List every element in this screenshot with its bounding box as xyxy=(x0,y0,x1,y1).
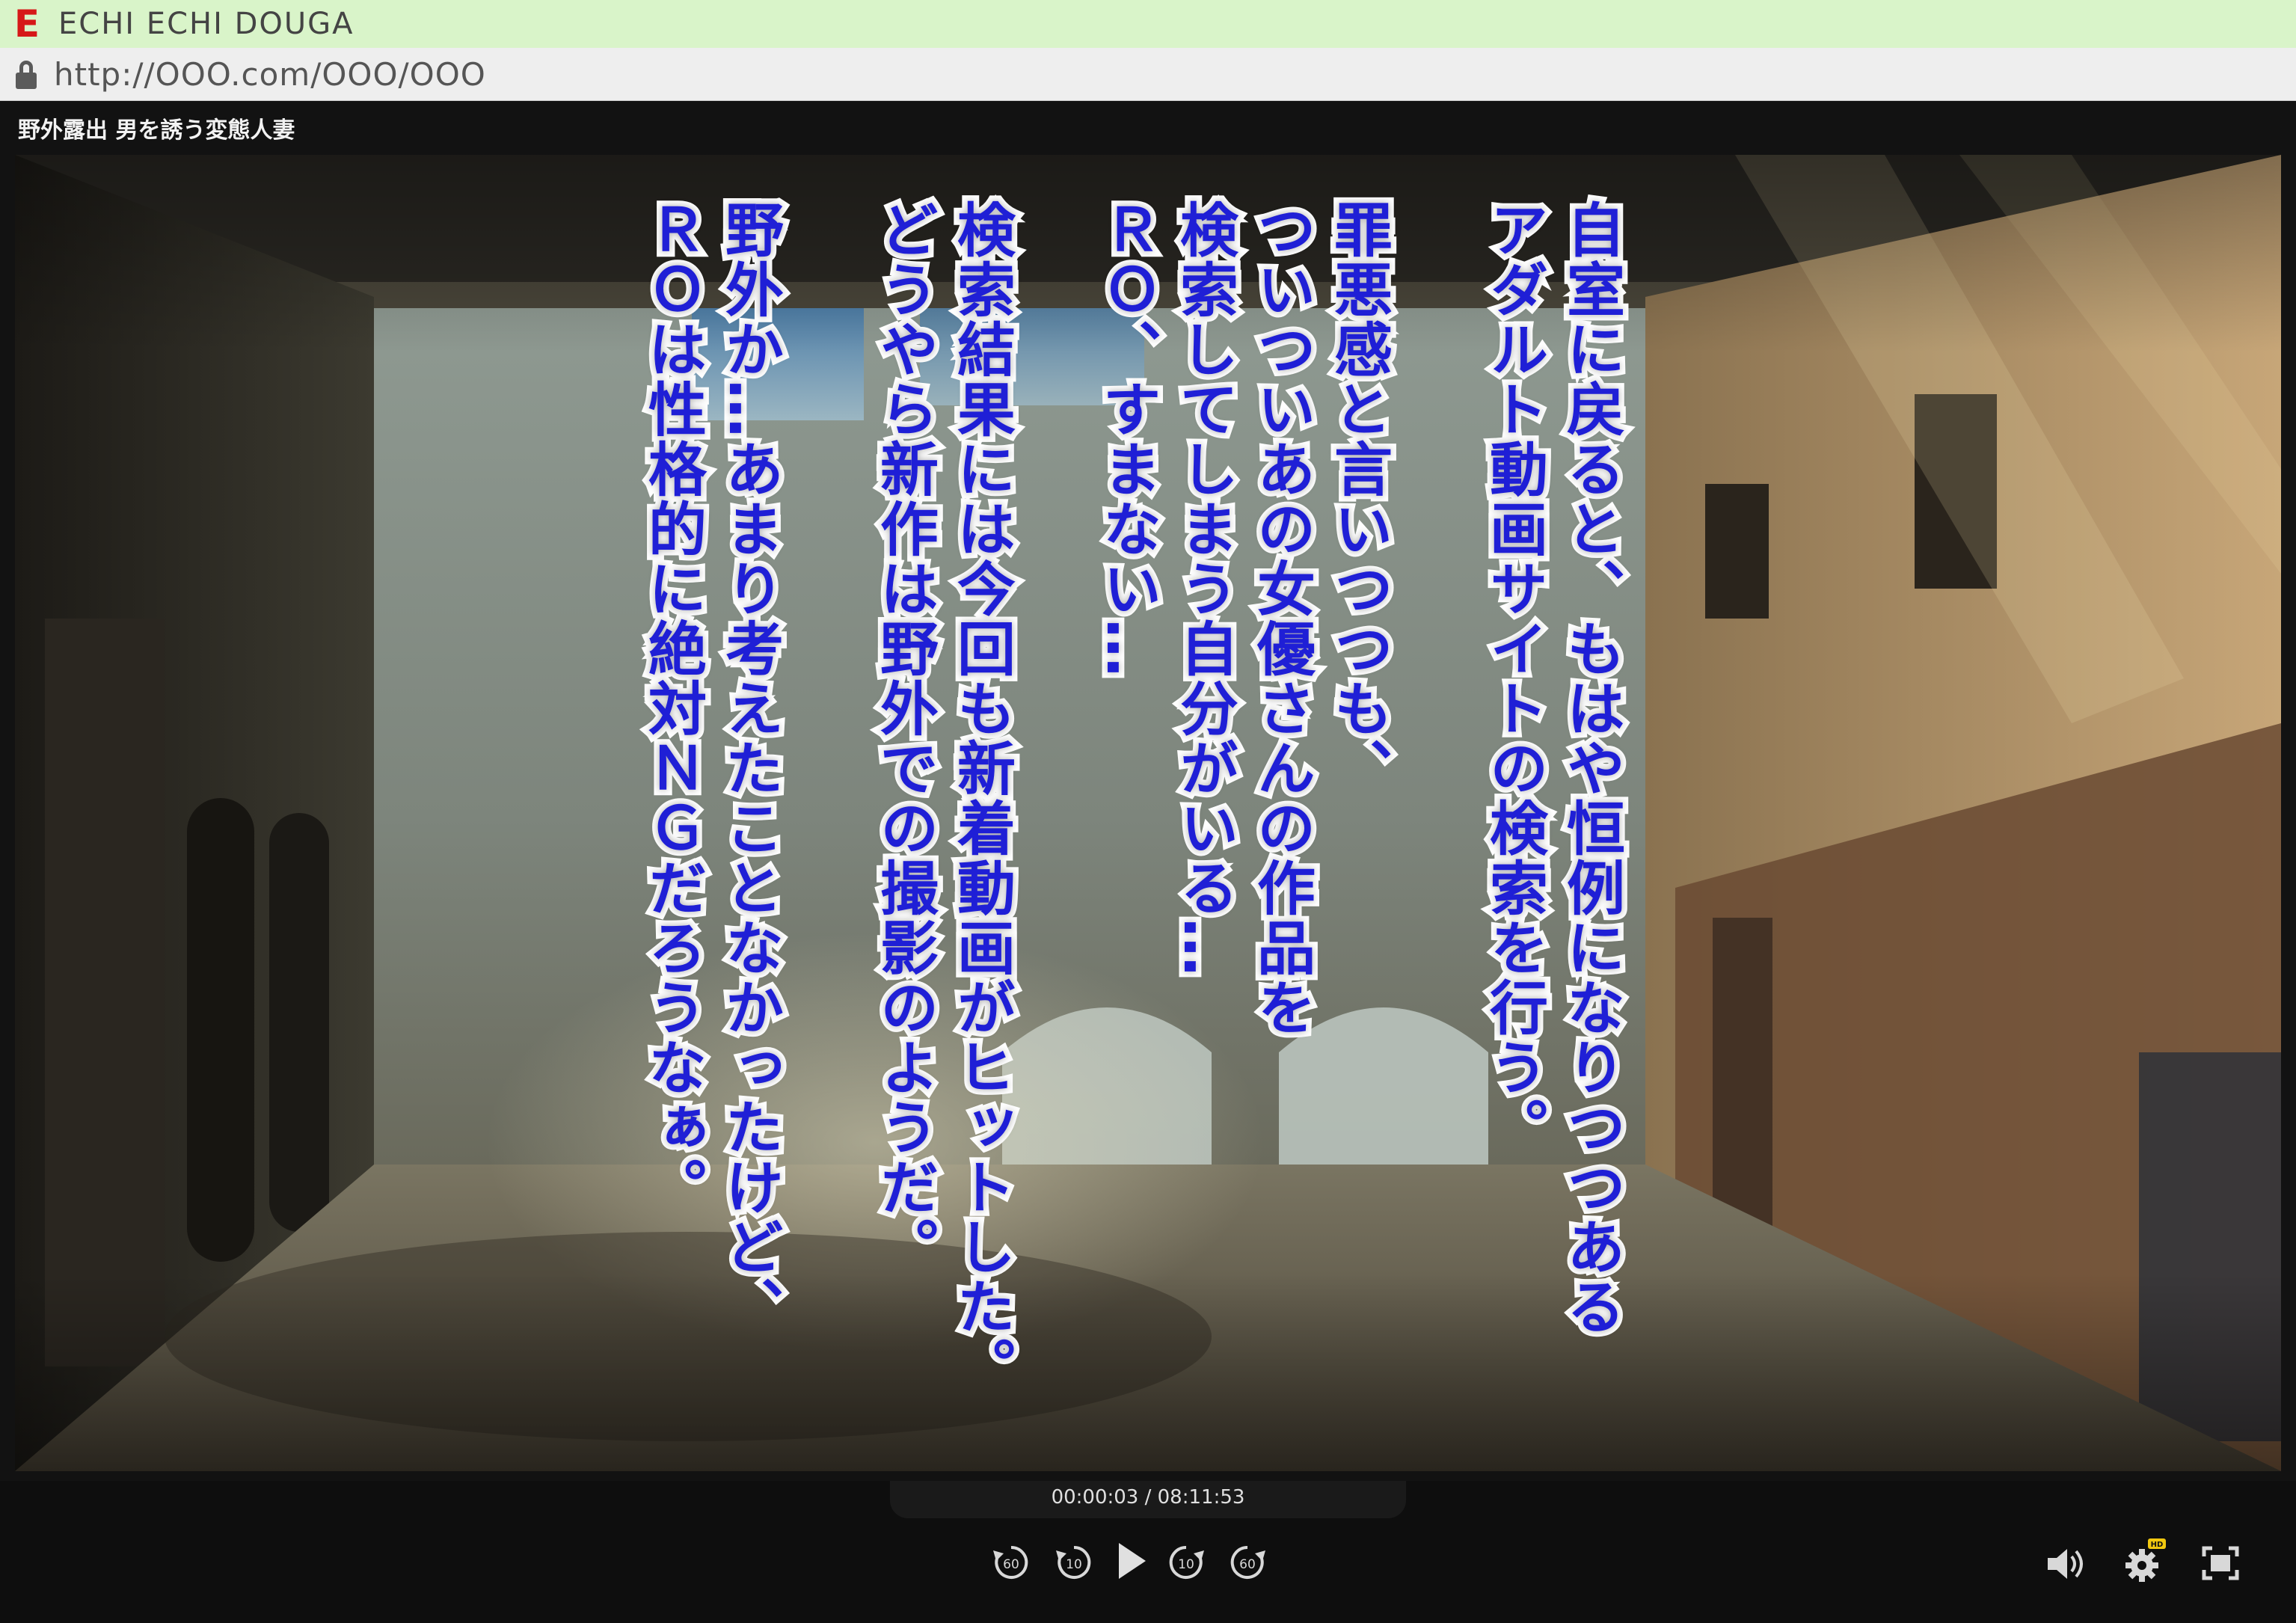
site-name[interactable]: ECHI ECHI DOUGA xyxy=(58,7,354,41)
rewind-10-icon[interactable]: 10 xyxy=(1055,1543,1093,1582)
caption-line-10: ＲＯは性格的に絶対ＮＧだろうなぁ。 xyxy=(633,194,712,1223)
hd-badge: HD xyxy=(2151,1541,2164,1549)
lock-icon xyxy=(15,59,37,89)
video-frame[interactable]: 自室に戻ると、もはや恒例になりつつある アダルト動画サイトの検索を行う。 罪悪感… xyxy=(15,155,2281,1471)
forward-60-icon[interactable]: 60 xyxy=(1228,1543,1267,1582)
caption-line-7: 検索結果には今回も新着動画がヒットした。 xyxy=(942,194,1021,1402)
fullscreen-icon[interactable] xyxy=(2202,1546,2239,1580)
video-player: 野外露出 男を誘う変態人妻 自室に戻ると、もはや恒例になりつつある アダルト動画… xyxy=(0,101,2296,1623)
rewind-60-icon[interactable]: 60 xyxy=(992,1543,1031,1582)
site-header: E ECHI ECHI DOUGA xyxy=(0,0,2296,48)
rewind-10-label: 10 xyxy=(1066,1557,1082,1572)
time-display: 00:00:03 / 08:11:53 xyxy=(1051,1486,1245,1509)
url-text[interactable]: http://OOO.com/OOO/OOO xyxy=(54,56,486,93)
site-logo[interactable]: E xyxy=(12,5,42,43)
video-title: 野外露出 男を誘う変態人妻 xyxy=(18,117,295,144)
rewind-60-label: 60 xyxy=(1003,1557,1019,1572)
caption-line-8: どうやら新作は野外での撮影のようだ。 xyxy=(865,194,944,1283)
address-bar[interactable]: http://OOO.com/OOO/OOO xyxy=(0,48,2296,101)
forward-10-icon[interactable]: 10 xyxy=(1167,1543,1206,1582)
play-icon[interactable] xyxy=(1114,1538,1149,1583)
caption-line-2: アダルト動画サイトの検索を行う。 xyxy=(1475,194,1553,1163)
caption-line-5: 検索してしまう自分がいる… xyxy=(1165,194,1244,984)
caption-line-1: 自室に戻ると、もはや恒例になりつつある xyxy=(1552,194,1630,1343)
forward-60-label: 60 xyxy=(1239,1557,1256,1572)
caption-line-9: 野外か…あまり考えたことなかったけど、 xyxy=(710,194,789,1343)
volume-icon[interactable] xyxy=(2045,1544,2088,1583)
caption-line-6: ＲＯ、すまない… xyxy=(1088,194,1167,684)
settings-gear-icon[interactable]: HD xyxy=(2122,1537,2167,1585)
caption-line-4: ついついあの女優さんの作品を xyxy=(1242,194,1321,1043)
caption-line-3: 罪悪感と言いつつも、 xyxy=(1319,194,1398,804)
forward-10-label: 10 xyxy=(1178,1557,1194,1572)
